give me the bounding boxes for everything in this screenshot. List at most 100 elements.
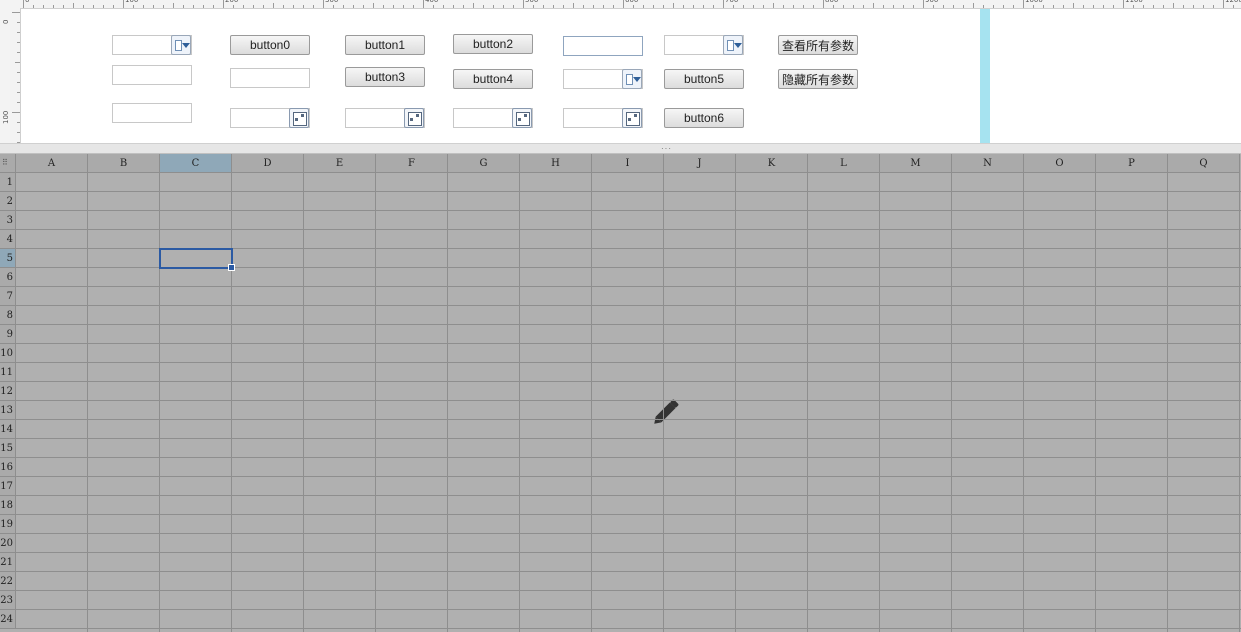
column-header-c[interactable]: C bbox=[160, 154, 232, 173]
button1[interactable]: button1 bbox=[345, 35, 425, 55]
row-header-1[interactable]: 1 bbox=[0, 173, 16, 192]
row-header-18[interactable]: 18 bbox=[0, 496, 16, 515]
row-header-4[interactable]: 4 bbox=[0, 230, 16, 249]
column-header-d[interactable]: D bbox=[232, 154, 304, 173]
column-header-i[interactable]: I bbox=[592, 154, 664, 173]
combobox-1[interactable] bbox=[112, 35, 192, 55]
calendar-icon[interactable] bbox=[622, 108, 642, 128]
row-header-9[interactable]: 9 bbox=[0, 325, 16, 344]
row-header-20[interactable]: 20 bbox=[0, 534, 16, 553]
datepicker-2[interactable] bbox=[345, 108, 425, 128]
column-header-n[interactable]: N bbox=[952, 154, 1024, 173]
canvas-edge-resize-handle[interactable] bbox=[980, 9, 990, 143]
row-header-13[interactable]: 13 bbox=[0, 401, 16, 420]
row-header-3[interactable]: 3 bbox=[0, 211, 16, 230]
ruler-tick bbox=[17, 22, 20, 23]
row-header-19[interactable]: 19 bbox=[0, 515, 16, 534]
ruler-tick bbox=[17, 92, 20, 93]
pane-splitter[interactable]: ··· bbox=[0, 143, 1241, 154]
button3[interactable]: button3 bbox=[345, 67, 425, 87]
calendar-icon[interactable] bbox=[289, 108, 309, 128]
column-header-b[interactable]: B bbox=[88, 154, 160, 173]
column-header-k[interactable]: K bbox=[736, 154, 808, 173]
column-header-j[interactable]: J bbox=[664, 154, 736, 173]
ruler-tick bbox=[213, 5, 214, 8]
ruler-tick bbox=[163, 5, 164, 8]
dropdown-arrow-icon[interactable] bbox=[171, 35, 191, 55]
row-header-12[interactable]: 12 bbox=[0, 382, 16, 401]
row-header-14[interactable]: 14 bbox=[0, 420, 16, 439]
column-header-m[interactable]: M bbox=[880, 154, 952, 173]
row-header-5[interactable]: 5 bbox=[0, 249, 16, 268]
button0[interactable]: button0 bbox=[230, 35, 310, 55]
combobox-3[interactable] bbox=[563, 69, 643, 89]
ruler-tick bbox=[1173, 3, 1174, 8]
column-header-f[interactable]: F bbox=[376, 154, 448, 173]
row-header-7[interactable]: 7 bbox=[0, 287, 16, 306]
active-cell-selection[interactable] bbox=[159, 248, 235, 271]
column-header-p[interactable]: P bbox=[1096, 154, 1168, 173]
textbox-4[interactable] bbox=[563, 36, 643, 56]
dropdown-arrow-icon[interactable] bbox=[622, 69, 642, 89]
ruler-tick bbox=[873, 3, 874, 8]
row-header-6[interactable]: 6 bbox=[0, 268, 16, 287]
textbox-1[interactable] bbox=[112, 65, 192, 85]
ruler-tick bbox=[963, 5, 964, 8]
button5[interactable]: button5 bbox=[664, 69, 744, 89]
dropdown-arrow-icon[interactable] bbox=[723, 35, 743, 55]
column-header-g[interactable]: G bbox=[448, 154, 520, 173]
textbox-2[interactable] bbox=[230, 68, 310, 88]
row-header-15[interactable]: 15 bbox=[0, 439, 16, 458]
grip-icon: ⠿ bbox=[2, 158, 8, 167]
button4[interactable]: button4 bbox=[453, 69, 533, 89]
button6[interactable]: button6 bbox=[664, 108, 744, 128]
combobox-2[interactable] bbox=[664, 35, 744, 55]
ruler-tick bbox=[603, 5, 604, 8]
row-header-2[interactable]: 2 bbox=[0, 192, 16, 211]
row-header-21[interactable]: 21 bbox=[0, 553, 16, 572]
ruler-tick bbox=[833, 5, 834, 8]
column-header-a[interactable]: A bbox=[16, 154, 88, 173]
calendar-icon[interactable] bbox=[404, 108, 424, 128]
ruler-tick bbox=[1083, 5, 1084, 8]
row-header-17[interactable]: 17 bbox=[0, 477, 16, 496]
ruler-tick bbox=[363, 5, 364, 8]
datepicker-4[interactable] bbox=[563, 108, 643, 128]
calendar-icon[interactable] bbox=[512, 108, 532, 128]
datepicker-1[interactable] bbox=[230, 108, 310, 128]
view-all-params-button[interactable]: 查看所有参数 bbox=[778, 35, 858, 55]
ruler-label: 500 bbox=[525, 0, 539, 4]
grid-line bbox=[16, 400, 1241, 401]
column-header-e[interactable]: E bbox=[304, 154, 376, 173]
ruler-tick bbox=[853, 5, 854, 8]
column-header-o[interactable]: O bbox=[1024, 154, 1096, 173]
datepicker-3[interactable] bbox=[453, 108, 533, 128]
column-header-h[interactable]: H bbox=[520, 154, 592, 173]
row-header-23[interactable]: 23 bbox=[0, 591, 16, 610]
form-design-canvas[interactable]: button0 button1 button2 查看所有参数 button3 b… bbox=[21, 9, 980, 143]
textbox-3[interactable] bbox=[112, 103, 192, 123]
ruler-tick bbox=[733, 5, 734, 8]
button2[interactable]: button2 bbox=[453, 34, 533, 54]
ruler-tick bbox=[863, 5, 864, 8]
grip-dots-icon[interactable]: ··· bbox=[661, 145, 672, 153]
select-all-corner[interactable]: ⠿ bbox=[0, 154, 16, 173]
row-header-16[interactable]: 16 bbox=[0, 458, 16, 477]
ruler-tick bbox=[233, 5, 234, 8]
fill-handle[interactable] bbox=[228, 264, 235, 271]
row-header-11[interactable]: 11 bbox=[0, 363, 16, 382]
ruler-tick bbox=[1063, 5, 1064, 8]
ruler-tick bbox=[223, 0, 224, 8]
ruler-tick bbox=[453, 5, 454, 8]
row-header-8[interactable]: 8 bbox=[0, 306, 16, 325]
row-header-24[interactable]: 24 bbox=[0, 610, 16, 629]
spreadsheet-grid[interactable]: ⠿ A B C D E F G H I J K L M N O P Q 1 2 3 4 5 6 7 8 9 10 11 12 13 14 15… bbox=[0, 154, 1241, 632]
column-header-q[interactable]: Q bbox=[1168, 154, 1240, 173]
column-header-l[interactable]: L bbox=[808, 154, 880, 173]
grid-line bbox=[16, 286, 1241, 287]
row-header-10[interactable]: 10 bbox=[0, 344, 16, 363]
ruler-tick bbox=[563, 5, 564, 8]
hide-all-params-button[interactable]: 隐藏所有参数 bbox=[778, 69, 858, 89]
row-header-22[interactable]: 22 bbox=[0, 572, 16, 591]
grid-line bbox=[591, 173, 592, 632]
